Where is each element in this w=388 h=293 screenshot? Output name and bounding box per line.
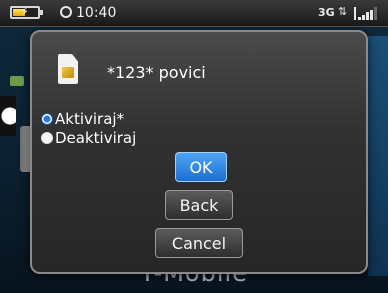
background-app-icon	[10, 76, 24, 86]
signal-bar	[366, 12, 369, 20]
battery-icon: ⚡	[10, 5, 43, 19]
data-arrows-icon: ⇅	[338, 5, 348, 18]
network-type: 3G	[318, 6, 335, 19]
signal-bar	[362, 14, 365, 20]
status-bar: ⚡ 10:40 3G ⇅	[0, 0, 388, 27]
ussd-dialog: *123* povici Aktiviraj* Deaktiviraj OK B…	[30, 30, 368, 274]
background-panel	[368, 36, 388, 276]
radio-button-activate[interactable]	[41, 113, 53, 125]
ok-button[interactable]: OK	[175, 152, 227, 182]
screen: ⚡ 10:40 3G ⇅ T-Mobile *123* povici Aktiv…	[0, 0, 388, 293]
signal-antenna	[354, 7, 356, 20]
status-time: 10:40	[76, 5, 117, 21]
alarm-icon	[60, 6, 72, 18]
sim-chip	[62, 67, 74, 78]
signal-bar	[374, 7, 377, 20]
charging-icon: ⚡	[21, 5, 29, 18]
signal-bar	[370, 9, 373, 20]
signal-bar	[358, 17, 361, 20]
option-label: Deaktiviraj	[55, 129, 137, 147]
dialog-title: *123* povici	[107, 63, 206, 82]
background-app-icon	[0, 96, 16, 136]
option-deactivate[interactable]: Deaktiviraj	[41, 129, 136, 147]
option-label: Aktiviraj*	[55, 110, 125, 128]
option-activate[interactable]: Aktiviraj*	[41, 110, 124, 128]
radio-button-deactivate[interactable]	[41, 132, 53, 144]
cancel-button[interactable]: Cancel	[155, 228, 243, 258]
signal-icon	[354, 6, 380, 20]
sim-card-icon	[58, 54, 78, 84]
back-button[interactable]: Back	[165, 190, 233, 220]
